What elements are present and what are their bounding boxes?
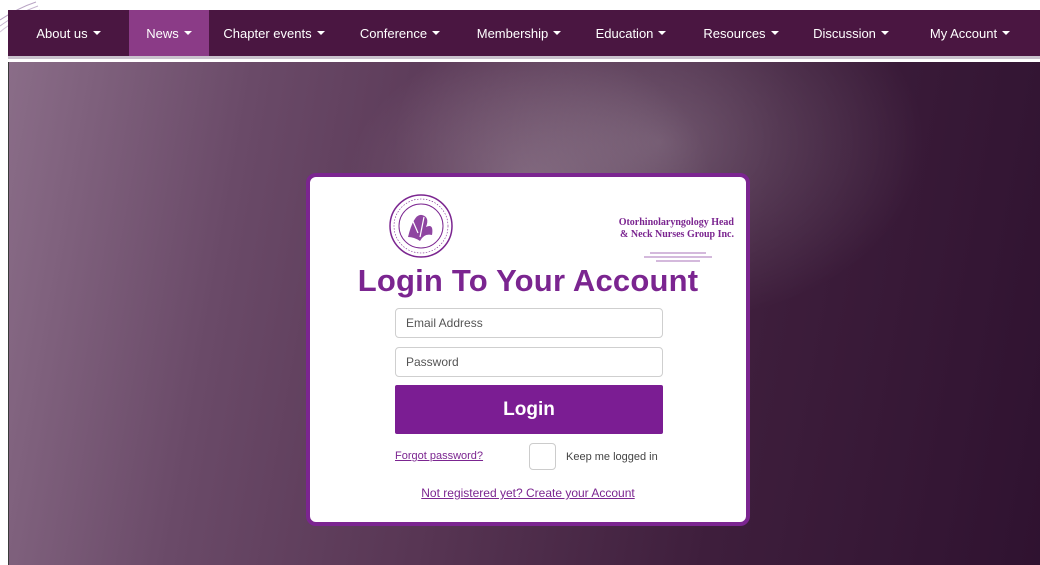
caret-down-icon xyxy=(183,31,192,35)
nav-item-discussion[interactable]: Discussion xyxy=(797,10,905,56)
caret-down-icon xyxy=(432,31,441,35)
nav-divider xyxy=(8,56,1040,59)
nav-item-education[interactable]: Education xyxy=(577,10,685,56)
nav-item-label: Resources xyxy=(703,25,766,41)
caret-down-icon xyxy=(658,31,667,35)
tagline-lines xyxy=(644,252,712,262)
seal-logo-icon xyxy=(389,194,453,258)
keep-logged-in-checkbox[interactable] xyxy=(529,443,556,470)
login-card: Otorhinolaryngology Head & Neck Nurses G… xyxy=(306,173,750,526)
nav-item-label: Chapter events xyxy=(223,25,312,41)
main-navbar: About us News Chapter events Conference … xyxy=(8,10,1040,56)
nav-item-label: My Account xyxy=(929,25,998,41)
login-button[interactable]: Login xyxy=(395,385,663,434)
nav-item-about-us[interactable]: About us xyxy=(8,10,129,56)
nav-item-news[interactable]: News xyxy=(129,10,209,56)
caret-down-icon xyxy=(316,31,325,35)
nav-item-resources[interactable]: Resources xyxy=(685,10,797,56)
nav-item-chapter-events[interactable]: Chapter events xyxy=(209,10,339,56)
nav-item-conference[interactable]: Conference xyxy=(339,10,461,56)
create-account-link[interactable]: Not registered yet? Create your Account xyxy=(310,486,746,500)
forgot-password-link[interactable]: Forgot password? xyxy=(395,450,483,462)
nav-item-label: News xyxy=(146,25,179,41)
nav-item-label: Conference xyxy=(359,25,428,41)
nav-item-my-account[interactable]: My Account xyxy=(905,10,1035,56)
nav-item-label: Education xyxy=(595,25,654,41)
password-input[interactable] xyxy=(395,347,663,377)
nav-item-label: Discussion xyxy=(813,25,876,41)
caret-down-icon xyxy=(770,31,779,35)
organization-logo: Otorhinolaryngology Head & Neck Nurses G… xyxy=(388,193,734,263)
email-input[interactable] xyxy=(395,308,663,338)
caret-down-icon xyxy=(880,31,889,35)
caret-down-icon xyxy=(92,31,101,35)
organization-name: Otorhinolaryngology Head & Neck Nurses G… xyxy=(618,217,734,240)
nav-item-label: About us xyxy=(36,25,88,41)
nav-item-membership[interactable]: Membership xyxy=(461,10,577,56)
login-title: Login To Your Account xyxy=(357,263,699,298)
keep-logged-in-label: Keep me logged in xyxy=(566,451,658,463)
organization-tagline xyxy=(628,249,728,263)
caret-down-icon xyxy=(1002,31,1011,35)
nav-item-label: Membership xyxy=(476,25,549,41)
caret-down-icon xyxy=(553,31,562,35)
